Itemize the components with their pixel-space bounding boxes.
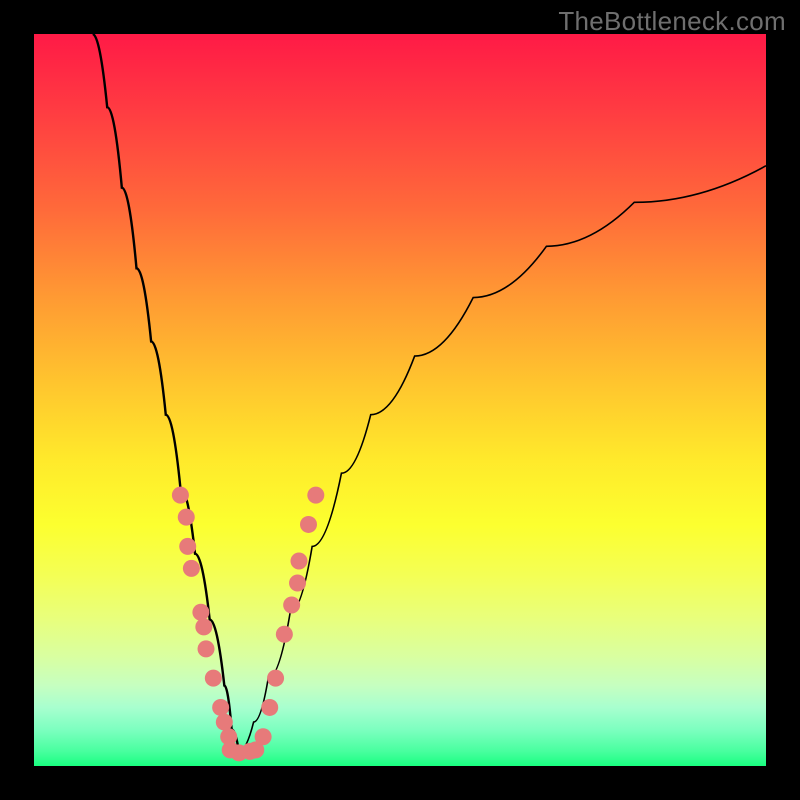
data-marker (195, 618, 212, 635)
data-marker (205, 670, 222, 687)
data-marker (276, 626, 293, 643)
data-marker (307, 487, 324, 504)
data-marker (267, 670, 284, 687)
data-marker (198, 640, 215, 657)
data-marker (289, 575, 306, 592)
data-marker (261, 699, 278, 716)
data-marker (290, 553, 307, 570)
data-marker (192, 604, 209, 621)
chart-frame: TheBottleneck.com (0, 0, 800, 800)
data-marker (283, 596, 300, 613)
curve-right-branch (239, 166, 766, 752)
curve-layer (34, 34, 766, 766)
plot-area (34, 34, 766, 766)
data-marker (212, 699, 229, 716)
marker-group (172, 487, 324, 762)
data-marker (300, 516, 317, 533)
data-marker (172, 487, 189, 504)
data-marker (216, 714, 233, 731)
data-marker (183, 560, 200, 577)
data-marker (179, 538, 196, 555)
curve-left-branch (93, 34, 239, 751)
data-marker (255, 728, 272, 745)
data-marker (178, 509, 195, 526)
watermark-text: TheBottleneck.com (558, 6, 786, 37)
